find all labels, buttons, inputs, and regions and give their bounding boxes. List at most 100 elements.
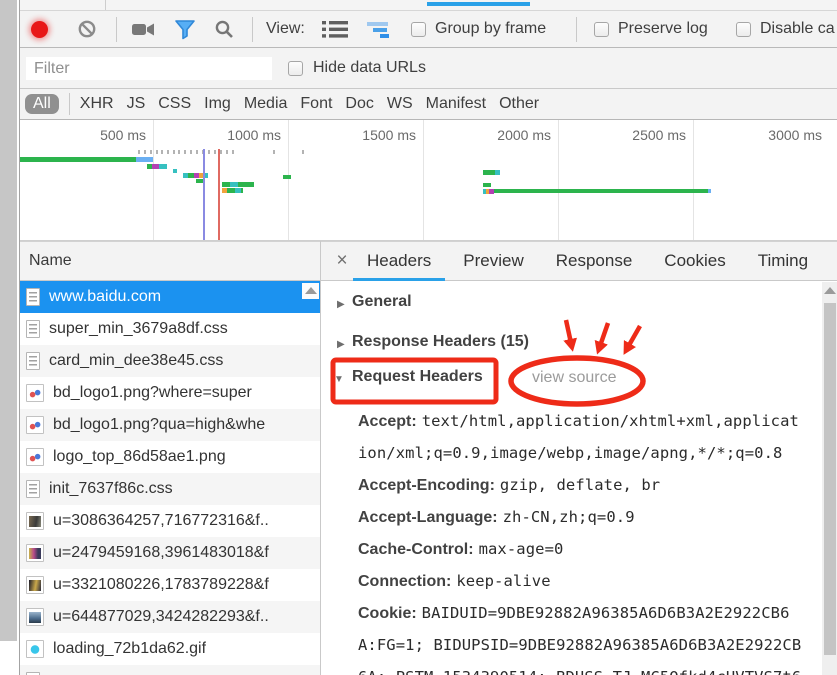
waterfall-bar: [708, 189, 711, 193]
image-thumbnail-icon: [26, 448, 44, 466]
name-column-header[interactable]: Name: [20, 241, 320, 281]
request-row[interactable]: [20, 665, 320, 675]
request-row[interactable]: u=2479459168,3961483018&f: [20, 537, 320, 569]
waterfall-bar: [159, 164, 167, 169]
camera-icon[interactable]: [131, 20, 157, 38]
response-headers-section-title[interactable]: Response Headers (15): [352, 333, 529, 351]
header-value: BAIDUID=9DBE92882A96385A6D6B3A2E2922CB6: [422, 604, 790, 622]
request-row[interactable]: loading_72b1da62.gif: [20, 633, 320, 665]
request-row[interactable]: u=3086364257,716772316&f..: [20, 505, 320, 537]
request-headers-arrow-icon[interactable]: ▼: [334, 374, 344, 385]
request-row[interactable]: www.baidu.com: [20, 281, 320, 313]
header-value: text/html,application/xhtml+xml,applicat: [422, 412, 799, 430]
request-row[interactable]: bd_logo1.png?qua=high&whe: [20, 409, 320, 441]
type-filter-ws[interactable]: WS: [387, 95, 413, 113]
general-section-title[interactable]: General: [352, 293, 412, 311]
header-line: Accept-Language:zh-CN,zh;q=0.9: [358, 501, 832, 533]
group-by-frame-checkbox[interactable]: [411, 22, 426, 37]
event-marker-line: [203, 149, 205, 241]
hide-data-urls-checkbox[interactable]: [288, 61, 303, 76]
network-toolbar: View: Group by frame Preserve log Disabl…: [20, 11, 837, 48]
close-icon[interactable]: ×: [333, 242, 351, 280]
type-filter-xhr[interactable]: XHR: [80, 95, 114, 113]
tab-cookies[interactable]: Cookies: [650, 242, 739, 281]
type-filter-js[interactable]: JS: [127, 95, 146, 113]
type-filter-css[interactable]: CSS: [158, 95, 191, 113]
record-icon[interactable]: [31, 21, 48, 38]
divider: [116, 17, 117, 42]
preserve-log-checkbox[interactable]: [594, 22, 609, 37]
tab-preview[interactable]: Preview: [449, 242, 537, 281]
detail-scrollbar[interactable]: [822, 282, 837, 675]
image-thumbnail-icon: [26, 608, 44, 626]
request-start-tick: [178, 150, 180, 154]
type-filter-manifest[interactable]: Manifest: [426, 95, 486, 113]
time-label: 1500 ms: [332, 127, 416, 143]
thumbnail: [29, 612, 41, 623]
tab-timing[interactable]: Timing: [744, 242, 822, 281]
type-filter-all[interactable]: All: [25, 94, 59, 114]
response-headers-arrow-icon[interactable]: ▶: [337, 339, 345, 350]
scrollbar-thumb[interactable]: [824, 303, 836, 655]
waterfall-bar: [136, 157, 153, 162]
type-filter-other[interactable]: Other: [499, 95, 539, 113]
disable-cache-checkbox[interactable]: [736, 22, 751, 37]
request-start-tick: [214, 150, 216, 154]
request-row[interactable]: logo_top_86d58ae1.png: [20, 441, 320, 473]
waterfall-view-icon[interactable]: [367, 22, 395, 38]
request-start-tick: [196, 150, 198, 154]
document-icon: [26, 480, 40, 498]
tab-response[interactable]: Response: [542, 242, 647, 281]
request-start-tick: [184, 150, 186, 154]
divider: [69, 93, 70, 115]
waterfall-bar: [483, 170, 495, 175]
list-view-icon[interactable]: [322, 21, 348, 38]
list-scroll-up-button[interactable]: [302, 283, 319, 299]
page-scrollbar-strip: [0, 0, 17, 641]
detail-tabs: HeadersPreviewResponseCookiesTiming: [353, 242, 822, 281]
filter-input[interactable]: [26, 57, 272, 80]
thumbnail: [29, 452, 41, 463]
network-overview-waterfall[interactable]: 500 ms1000 ms1500 ms2000 ms2500 ms3000 m…: [20, 120, 837, 241]
header-key: Cookie:: [358, 605, 417, 622]
view-source-link[interactable]: view source: [532, 369, 616, 387]
time-label: 2500 ms: [602, 127, 686, 143]
active-panel-underline: [427, 2, 530, 6]
request-row[interactable]: init_7637f86c.css: [20, 473, 320, 505]
general-arrow-icon[interactable]: ▶: [337, 299, 345, 310]
thumbnail: [29, 388, 41, 399]
type-filter-img[interactable]: Img: [204, 95, 231, 113]
request-name: init_7637f86c.css: [49, 480, 173, 498]
request-row[interactable]: super_min_3679a8df.css: [20, 313, 320, 345]
waterfall-bar: [222, 182, 254, 187]
request-row[interactable]: bd_logo1.png?where=super: [20, 377, 320, 409]
image-thumbnail-icon: [26, 384, 44, 402]
group-by-frame-label: Group by frame: [435, 11, 546, 47]
request-row[interactable]: u=3321080226,1783789228&f: [20, 569, 320, 601]
type-filter-font[interactable]: Font: [300, 95, 332, 113]
image-thumbnail-icon: [26, 576, 44, 594]
request-name: u=2479459168,3961483018&f: [53, 544, 269, 562]
tab-headers[interactable]: Headers: [353, 242, 445, 281]
waterfall-bar: [20, 157, 136, 162]
image-thumbnail-icon: [26, 544, 44, 562]
search-icon[interactable]: [214, 19, 235, 40]
filter-icon[interactable]: [174, 19, 196, 40]
header-key: Cache-Control:: [358, 541, 474, 558]
request-row[interactable]: card_min_dee38e45.css: [20, 345, 320, 377]
request-name: logo_top_86d58ae1.png: [53, 448, 226, 466]
gridline: [288, 120, 289, 240]
type-filter-media[interactable]: Media: [244, 95, 288, 113]
header-line: Accept-Encoding:gzip, deflate, br: [358, 469, 832, 501]
request-name: bd_logo1.png?qua=high&whe: [53, 416, 265, 434]
request-name: u=644877029,3424282293&f..: [53, 608, 269, 626]
gridline: [153, 120, 154, 240]
clear-icon[interactable]: [77, 19, 97, 39]
request-start-tick: [156, 150, 158, 154]
request-headers-section-title[interactable]: Request Headers: [352, 368, 483, 386]
header-key: Accept-Language:: [358, 509, 498, 526]
type-filter-doc[interactable]: Doc: [345, 95, 373, 113]
request-row[interactable]: u=644877029,3424282293&f..: [20, 601, 320, 633]
disable-cache-label: Disable ca: [760, 11, 835, 47]
document-icon: [26, 352, 40, 370]
